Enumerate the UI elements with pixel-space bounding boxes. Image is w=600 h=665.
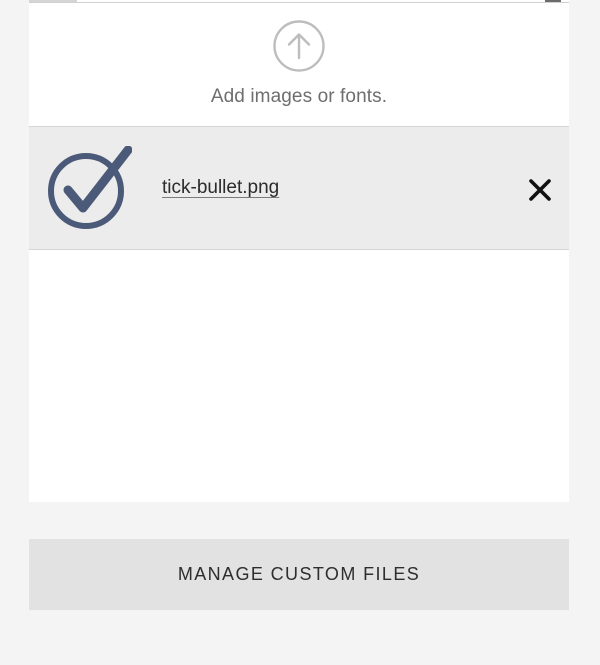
manage-custom-files-button[interactable]: MANAGE CUSTOM FILES — [29, 539, 569, 610]
file-list-item: tick-bullet.png — [29, 127, 569, 250]
close-icon[interactable] — [526, 176, 554, 204]
checkmark-circle-icon — [48, 146, 132, 229]
upload-dropzone[interactable]: Add images or fonts. — [29, 3, 569, 127]
upload-label: Add images or fonts. — [210, 86, 388, 107]
custom-files-panel: Add images or fonts. tick-bullet.png — [29, 0, 569, 502]
scroll-indicator[interactable] — [545, 0, 561, 2]
file-name-link[interactable]: tick-bullet.png — [162, 177, 279, 199]
upload-arrow-icon — [273, 20, 325, 72]
